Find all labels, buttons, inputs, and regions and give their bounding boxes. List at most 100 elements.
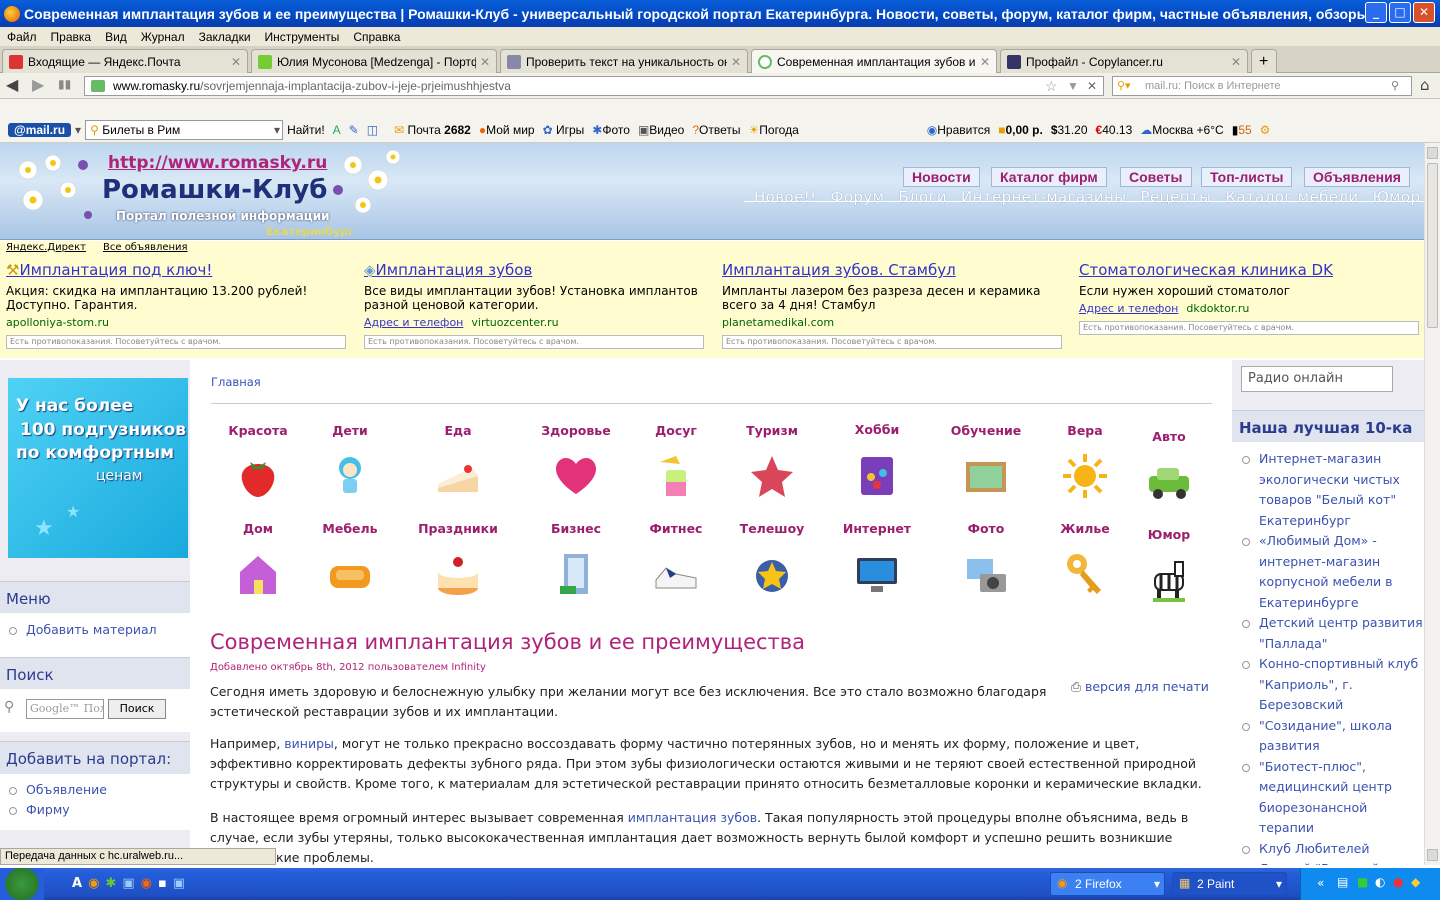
- menu-edit[interactable]: Правка: [44, 30, 99, 44]
- category-humor[interactable]: Юмор: [1124, 527, 1214, 607]
- subnav-humor[interactable]: Юмор: [1373, 188, 1421, 206]
- taskbar-firefox-group[interactable]: ◉ 2 Firefox ▾: [1050, 872, 1165, 896]
- tab-copylancer[interactable]: Профайл - Copylancer.ru ✕: [1000, 49, 1248, 73]
- scroll-thumb[interactable]: [1427, 163, 1438, 328]
- list-item[interactable]: Детский центр развития "Паллада": [1232, 613, 1424, 654]
- url-bar[interactable]: www.romasky.ru/sovrjemjennaja-implantaci…: [84, 76, 1104, 96]
- nav-toplists[interactable]: Топ-листы: [1201, 167, 1293, 187]
- site-identity-icon[interactable]: [91, 80, 105, 92]
- maximize-button[interactable]: □: [1389, 2, 1411, 23]
- tab-close-icon[interactable]: ✕: [480, 55, 490, 69]
- subnav-furniture[interactable]: Каталог мебели: [1225, 188, 1358, 206]
- nav-catalog[interactable]: Каталог фирм: [991, 167, 1107, 187]
- list-item[interactable]: Клуб Любителей Ложной "Валиный: [1232, 839, 1424, 865]
- google-search-input[interactable]: Google™ Пользо: [26, 699, 104, 719]
- implantation-link[interactable]: имплантация зубов: [628, 810, 757, 825]
- list-item[interactable]: "Биотест-плюс", медицинский центр биорез…: [1232, 757, 1424, 839]
- eur-rate[interactable]: €40.13: [1092, 123, 1137, 137]
- gear-app-icon[interactable]: ✱: [105, 876, 122, 891]
- radio-online-input[interactable]: Радио онлайн: [1241, 366, 1393, 392]
- vertical-scrollbar[interactable]: [1424, 143, 1440, 865]
- url-dropdown-icon[interactable]: ▼: [1067, 77, 1079, 95]
- mailru-search-input[interactable]: ⚲ Билеты в Рим ▾: [85, 119, 284, 140]
- tab-close-icon[interactable]: ✕: [231, 55, 241, 69]
- menu-view[interactable]: Вид: [98, 30, 134, 44]
- cmd-icon[interactable]: ▪: [158, 876, 173, 891]
- video-link[interactable]: ▣Видео: [634, 123, 688, 137]
- tray-sound-icon[interactable]: ◐: [1375, 875, 1385, 889]
- ad-address-link[interactable]: Адрес и телефон: [364, 316, 463, 329]
- category-internet[interactable]: Интернет: [832, 521, 922, 601]
- back-arrow-icon[interactable]: ◀: [6, 75, 18, 94]
- tray-settings-icon[interactable]: ◆: [1411, 875, 1420, 889]
- tab-current-article[interactable]: Современная имплантация зубов и ее ...✕: [751, 49, 997, 73]
- tab-close-icon[interactable]: ✕: [980, 55, 990, 69]
- games-link[interactable]: ✿ Игры: [539, 123, 589, 137]
- search-icon[interactable]: ⚲: [1391, 77, 1399, 95]
- bookmark-star-icon[interactable]: ☆: [1045, 77, 1058, 95]
- print-version-link[interactable]: ⎙ версия для печати: [1071, 679, 1209, 695]
- list-item[interactable]: "Созидание", школа развития: [1232, 716, 1424, 757]
- usd-rate[interactable]: $31.20: [1047, 123, 1092, 137]
- category-tourism[interactable]: Туризм: [727, 423, 817, 503]
- category-business[interactable]: Бизнес: [531, 521, 621, 601]
- photo-link[interactable]: ✱Фото: [588, 123, 634, 137]
- subnav-forum[interactable]: Форум: [831, 188, 885, 206]
- list-item[interactable]: Интернет-магазин экологически чистых тов…: [1232, 449, 1424, 531]
- tray-antivirus-icon[interactable]: ●: [1393, 875, 1403, 889]
- ad-title[interactable]: Имплантация зубов. Стамбул: [722, 261, 1062, 279]
- category-furniture[interactable]: Мебель: [305, 521, 395, 601]
- tab-uniqueness-check[interactable]: Проверить текст на уникальность онл... ✕: [500, 49, 748, 73]
- tray-app-icon[interactable]: ■: [1357, 875, 1368, 889]
- ad-title[interactable]: ◈Имплантация зубов: [364, 261, 704, 279]
- category-hobby[interactable]: Хобби: [832, 422, 922, 502]
- nav-tips[interactable]: Советы: [1120, 167, 1192, 187]
- category-faith[interactable]: Вера: [1040, 423, 1130, 503]
- tray-network-icon[interactable]: ▤: [1337, 875, 1348, 889]
- list-item[interactable]: «Любимый Дом» - интернет-магазин корпусн…: [1232, 531, 1424, 613]
- search-engine-icon[interactable]: ⚲▾: [1117, 77, 1131, 95]
- tab-yandex-mail[interactable]: Входящие — Яндекс.Почта ✕: [2, 49, 248, 73]
- add-firm-link[interactable]: Фирму: [0, 800, 190, 820]
- category-health[interactable]: Здоровье: [531, 423, 621, 503]
- category-kids[interactable]: Дети: [305, 423, 395, 503]
- ad-title[interactable]: Стоматологическая клиника DK: [1079, 261, 1419, 279]
- ad-url[interactable]: planetamedikal.com: [722, 316, 1062, 329]
- tab-close-icon[interactable]: ✕: [731, 55, 741, 69]
- settings-gear-icon[interactable]: ⚙: [1256, 123, 1275, 137]
- menu-help[interactable]: Справка: [346, 30, 407, 44]
- tab-close-icon[interactable]: ✕: [1231, 55, 1241, 69]
- menu-bookmarks[interactable]: Закладки: [192, 30, 258, 44]
- add-material-link[interactable]: Добавить материал: [0, 620, 190, 640]
- stop-icon[interactable]: ✕: [1087, 77, 1097, 95]
- home-icon[interactable]: ⌂: [1420, 76, 1430, 94]
- ad-url[interactable]: apolloniya-stom.ru: [6, 316, 346, 329]
- subnav-blogs[interactable]: Блоги: [898, 188, 947, 206]
- forward-arrow-icon[interactable]: ▶: [32, 75, 44, 94]
- search-button[interactable]: Поиск: [108, 699, 166, 719]
- category-beauty[interactable]: Красота: [213, 423, 303, 503]
- ad-address-link[interactable]: Адрес и телефон: [1079, 302, 1178, 315]
- app-icon[interactable]: ▣: [122, 876, 140, 891]
- menu-tools[interactable]: Инструменты: [258, 30, 347, 44]
- quicklaunch-a-icon[interactable]: A: [72, 876, 88, 891]
- city-weather[interactable]: ☁Москва +6°С: [1136, 123, 1227, 137]
- mail-link[interactable]: ✉ Почта 2682: [390, 123, 475, 137]
- scroll-down-arrow-icon[interactable]: [1427, 849, 1438, 861]
- mailru-menu-dropdown-icon[interactable]: ▾: [71, 123, 85, 137]
- taskbar-paint-group[interactable]: ▦ 2 Paint ▾: [1172, 872, 1287, 896]
- category-food[interactable]: Еда: [413, 423, 503, 503]
- nav-ads[interactable]: Объявления: [1304, 167, 1410, 187]
- tab-portfolio[interactable]: Юлия Мусонова [Medzenga] - Портфолио✕: [251, 49, 497, 73]
- category-home[interactable]: Дом: [213, 521, 303, 601]
- firefox-quick-icon[interactable]: ◉: [141, 876, 158, 891]
- history-dropdown-icon[interactable]: ▮▮: [58, 77, 71, 91]
- category-tvshow[interactable]: Телешоу: [727, 521, 817, 601]
- minimize-button[interactable]: _: [1365, 2, 1387, 23]
- chrome-icon[interactable]: ◉: [88, 876, 105, 891]
- mailru-find-button[interactable]: Найти!: [283, 123, 329, 137]
- money-widget[interactable]: ■0,00 р.: [994, 123, 1047, 137]
- highlighter-icon[interactable]: ✎: [345, 123, 363, 137]
- list-item[interactable]: Конно-спортивный клуб "Каприоль", г. Бер…: [1232, 654, 1424, 716]
- nav-news[interactable]: Новости: [903, 167, 980, 187]
